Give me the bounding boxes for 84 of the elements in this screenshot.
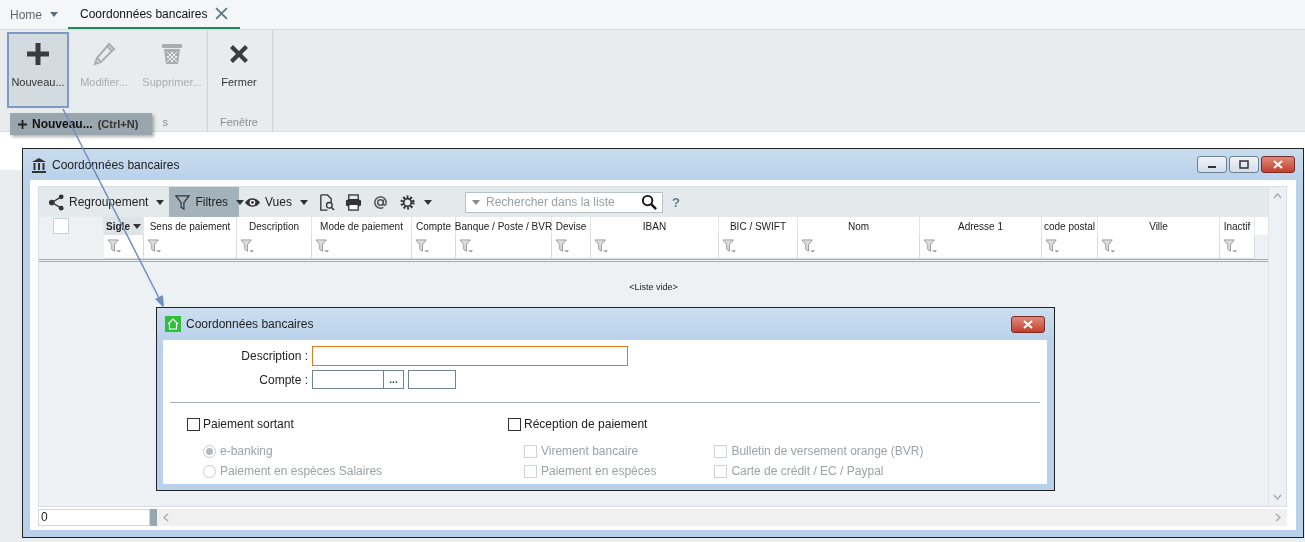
document-search-icon (317, 193, 335, 211)
field-label: Compte : (259, 372, 308, 387)
filter-field[interactable] (144, 235, 237, 259)
close-icon (1023, 319, 1033, 329)
printer-icon (344, 193, 362, 211)
field-label: Description : (241, 349, 308, 363)
maximize-icon (1239, 160, 1249, 169)
minimize-button[interactable] (1197, 156, 1227, 173)
filter-field[interactable] (920, 235, 1042, 259)
plus-icon (18, 119, 27, 129)
close-button[interactable] (1011, 315, 1045, 333)
trash-icon (160, 42, 184, 66)
caret-icon (236, 199, 245, 205)
filter-icon (147, 239, 162, 254)
checkbox[interactable]: Réception de paiement (508, 417, 924, 431)
checkbox[interactable] (53, 218, 69, 234)
filter-field[interactable] (798, 235, 920, 259)
account-suffix-field[interactable] (408, 370, 456, 389)
hierarchy-icon (48, 193, 65, 211)
filter-icon (415, 239, 430, 254)
filter-field[interactable] (591, 235, 719, 259)
group-label: Fenêtre (220, 116, 258, 128)
filter-field[interactable] (237, 235, 312, 259)
filter-field[interactable] (552, 235, 591, 259)
filter-icon (315, 239, 330, 254)
filter-field[interactable] (312, 235, 412, 259)
filter-field[interactable] (412, 235, 456, 259)
filter-field[interactable] (719, 235, 798, 259)
search-box[interactable]: Rechercher dans la liste (464, 191, 663, 213)
window-title: Coordonnées bancaires (52, 157, 180, 172)
filter-icon (801, 239, 816, 254)
filter-field[interactable] (104, 235, 144, 259)
scrollbar[interactable] (157, 509, 1287, 526)
filter-icon (594, 239, 609, 254)
filter-icon (1101, 239, 1116, 254)
house-icon (165, 316, 181, 332)
plus-icon (26, 42, 50, 66)
search-field[interactable]: Rechercher dans la liste (485, 195, 635, 209)
column-header[interactable]: Sigle (104, 217, 144, 235)
filter-icon (722, 239, 737, 254)
maximize-button[interactable] (1229, 156, 1259, 173)
filter-field[interactable] (456, 235, 552, 259)
browse-button[interactable]: ... (384, 370, 404, 389)
dialog-title: Coordonnées bancaires (186, 317, 314, 331)
splitter-handle[interactable] (150, 509, 157, 526)
close-button[interactable] (1261, 156, 1295, 173)
caret-icon (423, 199, 432, 205)
search-icon (640, 193, 658, 211)
description-field[interactable] (312, 346, 628, 366)
filter-icon (459, 239, 474, 254)
filter-field[interactable] (1098, 235, 1220, 259)
caret-icon (156, 199, 165, 205)
filter-field[interactable] (1042, 235, 1098, 259)
help-icon[interactable]: ? (671, 194, 680, 210)
close-icon (1273, 160, 1283, 169)
ribbon-button[interactable]: Nouveau... (7, 32, 69, 108)
caret-icon (471, 199, 480, 205)
filter-icon (240, 239, 255, 254)
filter-icon (923, 239, 938, 254)
pencil-icon (92, 42, 116, 66)
filter-icon (107, 239, 122, 254)
dropdown-icon (50, 12, 58, 17)
filter-field[interactable] (1220, 235, 1255, 259)
record-count-field: 0 (38, 509, 150, 526)
filter-icon (1223, 239, 1238, 254)
at-sign-icon (371, 193, 389, 211)
settings-icon (398, 193, 416, 211)
tooltip-label: Nouveau... (32, 117, 93, 131)
sort-icon (132, 223, 141, 229)
filter-icon (1045, 239, 1060, 254)
bank-icon (31, 156, 47, 173)
filter-icon (174, 193, 192, 211)
shortcut-text: (Ctrl+N) (97, 118, 139, 130)
close-icon[interactable] (215, 7, 229, 20)
empty-list-text: <Liste vide> (629, 282, 678, 294)
toolbar-button[interactable]: Regroupement (43, 187, 170, 217)
ribbon-button[interactable]: Fermer (208, 32, 270, 108)
toolbar-button[interactable]: Vues (239, 187, 313, 217)
caret-icon (299, 199, 308, 205)
group-label: s (162, 116, 168, 128)
account-field[interactable] (312, 370, 384, 389)
checkbox[interactable]: Paiement sortant (187, 417, 508, 431)
tab[interactable]: Home (0, 0, 68, 29)
filter-icon (555, 239, 570, 254)
